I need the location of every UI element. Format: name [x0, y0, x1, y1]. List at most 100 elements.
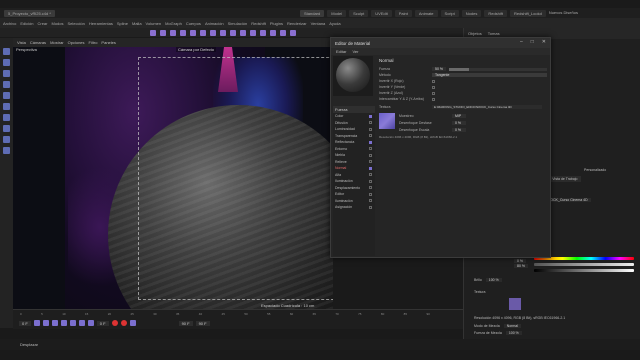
render-picture-viewer-icon[interactable]	[210, 29, 216, 36]
deformer-icon[interactable]	[260, 29, 266, 36]
saturation-value[interactable]: 0 %	[514, 259, 527, 263]
swap-yz-checkbox[interactable]	[432, 97, 435, 101]
rotate-icon[interactable]	[190, 29, 196, 36]
scale-icon[interactable]	[180, 29, 186, 36]
layout-tab-paint[interactable]: Paint	[394, 9, 412, 17]
select-tool-icon[interactable]	[3, 48, 10, 55]
axis-mode-icon[interactable]	[3, 136, 10, 143]
move-tool-icon[interactable]	[3, 59, 10, 66]
channel-checkbox[interactable]	[369, 140, 372, 144]
channel-checkbox[interactable]	[369, 199, 372, 203]
edges-mode-icon[interactable]	[3, 114, 10, 121]
render-view-icon[interactable]	[200, 29, 206, 36]
polygons-mode-icon[interactable]	[3, 125, 10, 132]
autokey-icon[interactable]	[120, 320, 127, 326]
menu-item[interactable]: Modos	[51, 21, 63, 26]
menu-item[interactable]: Herramientas	[89, 21, 113, 26]
layout-tab-nodes[interactable]: Nodes	[461, 9, 482, 17]
value-value[interactable]: 80 %	[514, 264, 528, 268]
channel-checkbox[interactable]	[369, 147, 372, 151]
new-layouts-button[interactable]: Nuevos Diseños	[549, 10, 578, 17]
layout-tab-uvedit[interactable]: UVEdit	[371, 9, 392, 17]
start-frame-field[interactable]: 0 F	[19, 320, 31, 326]
end-frame-field-2[interactable]: 90 F	[195, 320, 210, 326]
material-preview-sphere[interactable]	[336, 58, 370, 92]
channel-checkbox[interactable]	[369, 173, 372, 177]
layout-tab-standard[interactable]: Standard	[300, 9, 325, 17]
channel-checkbox[interactable]	[369, 186, 372, 190]
menu-item[interactable]: Renderizar	[287, 21, 307, 26]
strength-value[interactable]: 50 %	[432, 67, 446, 71]
brightness-value[interactable]: 100 %	[485, 278, 502, 282]
menu-item[interactable]: Archivo	[3, 21, 16, 26]
menu-view[interactable]: Ver	[352, 49, 358, 54]
channel-checkbox[interactable]	[369, 179, 372, 183]
channel-checkbox[interactable]	[369, 153, 372, 157]
viewport-menu-item[interactable]: Mostrar	[50, 40, 64, 45]
layout-tab-animate[interactable]: Animate	[414, 9, 438, 17]
material-editor-titlebar[interactable]: Editor de Material – □ ✕	[331, 38, 550, 48]
flipz-checkbox[interactable]	[432, 91, 435, 95]
snap-icon[interactable]	[3, 147, 10, 154]
saturation-slider[interactable]	[534, 263, 634, 266]
next-frame-icon[interactable]	[69, 320, 76, 326]
menu-item[interactable]: MoGraph	[165, 21, 182, 26]
end-frame-field[interactable]: 90 F	[178, 320, 193, 326]
light-icon[interactable]	[290, 29, 296, 36]
layout-tab-redshift-lookdev[interactable]: Redshift_Lookd	[510, 9, 546, 17]
layout-tab-sculpt[interactable]: Sculpt	[349, 9, 369, 17]
menu-item[interactable]: Malla	[132, 21, 142, 26]
texture-thumbnail[interactable]	[379, 113, 395, 129]
rotate-tool-icon[interactable]	[3, 81, 10, 88]
minimize-icon[interactable]: –	[520, 39, 523, 45]
project-tab[interactable]: 5_Proyecto_vRl25.c4d *	[4, 9, 55, 17]
layout-tab-script[interactable]: Script	[440, 9, 459, 17]
attr-texture-thumbnail[interactable]	[509, 298, 521, 310]
model-mode-icon[interactable]	[3, 92, 10, 99]
current-frame-field[interactable]: 0 F	[96, 320, 109, 326]
scale-tool-icon[interactable]	[3, 70, 10, 77]
attr-tab-viewport[interactable]: Vista de Trabajo	[549, 176, 581, 182]
blur-scale-value[interactable]: 0 %	[452, 128, 466, 132]
sampling-value[interactable]: MIP	[452, 114, 466, 118]
mix-mode-value[interactable]: Normal	[503, 324, 521, 328]
menu-item[interactable]: Simulación	[228, 21, 248, 26]
menu-item[interactable]: Cuerpos	[186, 21, 201, 26]
viewport-menu-item[interactable]: Filtro	[89, 40, 98, 45]
flipy-checkbox[interactable]	[432, 85, 435, 89]
previous-frame-icon[interactable]	[51, 320, 58, 326]
menu-item[interactable]: Selección	[68, 21, 85, 26]
record-icon[interactable]	[111, 320, 118, 326]
redo-icon[interactable]	[160, 29, 166, 36]
menu-item[interactable]: Redshift	[251, 21, 266, 26]
viewport-menu-item[interactable]: Paneles	[101, 40, 115, 45]
channel-checkbox[interactable]	[369, 134, 372, 138]
blur-offset-value[interactable]: 0 %	[452, 121, 466, 125]
viewport-menu-item[interactable]: Opciones	[68, 40, 85, 45]
cube-icon[interactable]	[220, 29, 226, 36]
cloner-icon[interactable]	[250, 29, 256, 36]
menu-item[interactable]: Ventana	[311, 21, 326, 26]
pen-icon[interactable]	[230, 29, 236, 36]
play-icon[interactable]	[60, 320, 67, 326]
menu-item[interactable]: Volumen	[146, 21, 162, 26]
menu-item[interactable]: Animación	[205, 21, 224, 26]
method-dropdown[interactable]: Tangente	[432, 73, 547, 77]
menu-item[interactable]: Spline	[117, 21, 128, 26]
channel-checkbox[interactable]	[369, 114, 372, 118]
maximize-icon[interactable]: □	[531, 39, 534, 45]
subdivision-icon[interactable]	[240, 29, 246, 36]
tab-takes[interactable]: Tomas	[488, 31, 500, 36]
tab-objects[interactable]: Objetos	[468, 31, 482, 36]
go-to-end-icon[interactable]	[87, 320, 94, 326]
keyframe-selection-icon[interactable]	[129, 320, 136, 326]
channel-item[interactable]: Asignación	[333, 204, 375, 211]
layout-tab-redshift[interactable]: Redshift	[484, 9, 508, 17]
channel-checkbox[interactable]	[369, 166, 372, 170]
previous-key-icon[interactable]	[42, 320, 49, 326]
menu-item[interactable]: Crear	[37, 21, 47, 26]
go-to-start-icon[interactable]	[33, 320, 40, 326]
next-key-icon[interactable]	[78, 320, 85, 326]
menu-item[interactable]: Plugins	[270, 21, 283, 26]
value-slider[interactable]	[534, 269, 634, 272]
